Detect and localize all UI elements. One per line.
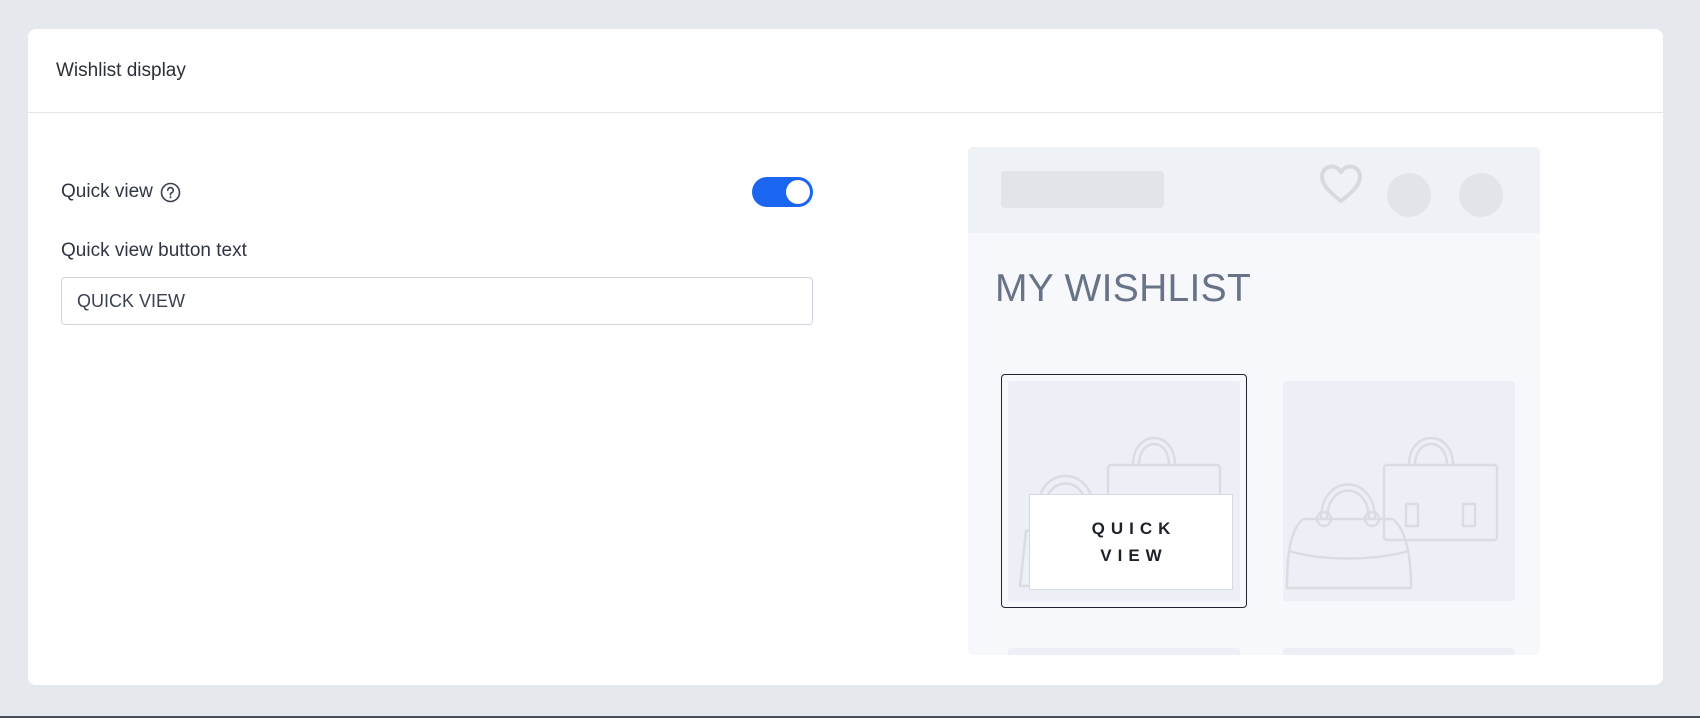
preview-icon-placeholder	[1459, 173, 1503, 217]
preview-product-card	[1283, 648, 1515, 655]
card-header: Wishlist display	[28, 29, 1663, 113]
wishlist-display-card: Wishlist display Quick view Quick view b…	[28, 29, 1663, 685]
handbag-icon	[1285, 437, 1499, 590]
quick-view-button-text-input[interactable]	[61, 277, 813, 325]
preview-logo-placeholder	[1001, 171, 1164, 208]
quick-view-row: Quick view	[61, 177, 813, 207]
quick-view-label-group: Quick view	[61, 181, 181, 203]
question-circle-icon[interactable]	[160, 182, 181, 203]
preview-heading: MY WISHLIST	[995, 267, 1252, 310]
preview-icon-placeholder	[1387, 173, 1431, 217]
toggle-knob	[786, 180, 810, 204]
quick-view-label: Quick view	[61, 181, 153, 202]
preview-product-card	[1008, 648, 1240, 655]
selected-product-outline	[1001, 374, 1247, 608]
preview-product-card	[1283, 381, 1515, 601]
wishlist-preview: MY WISHLIST QUICK VIEW	[968, 147, 1540, 655]
heart-icon	[1318, 163, 1364, 207]
button-text-label: Quick view button text	[61, 240, 247, 261]
quick-view-toggle[interactable]	[752, 177, 813, 207]
section-title: Wishlist display	[56, 59, 186, 81]
